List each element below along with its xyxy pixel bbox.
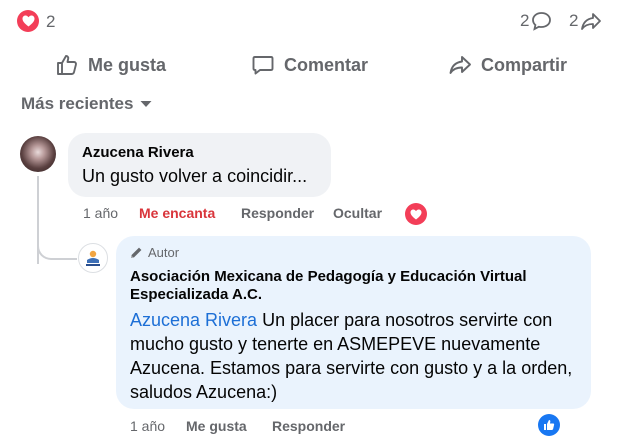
love-icon[interactable]	[405, 203, 427, 225]
comments-count-link[interactable]: 2	[520, 11, 552, 31]
like-reply-button[interactable]: Me gusta	[186, 418, 247, 434]
comment-sort-dropdown[interactable]: Más recientes	[21, 94, 153, 114]
pencil-icon	[131, 247, 142, 258]
love-reaction-button[interactable]: Me encanta	[139, 205, 215, 221]
comment-button-label: Comentar	[284, 54, 369, 75]
like-button-label: Me gusta	[88, 54, 167, 75]
thread-connector-curve	[37, 230, 77, 260]
comment-author[interactable]: Azucena Rivera	[82, 144, 317, 162]
love-reaction-icon[interactable]	[17, 10, 39, 32]
like-icon[interactable]	[538, 414, 560, 436]
author-badge: Autor	[130, 245, 577, 260]
reply-button[interactable]: Responder	[241, 205, 314, 221]
shares-count: 2	[569, 11, 579, 30]
share-arrow-icon	[581, 13, 602, 30]
shares-count-link[interactable]: 2	[569, 11, 602, 31]
reply-timestamp[interactable]: 1 año	[130, 418, 165, 434]
comment-bubble-icon	[532, 12, 552, 31]
reaction-count[interactable]: 2	[46, 12, 55, 32]
like-button[interactable]: Me gusta	[55, 50, 166, 80]
share-icon	[449, 56, 471, 74]
page-avatar[interactable]	[78, 243, 108, 273]
comment-button[interactable]: Comentar	[251, 50, 368, 80]
mention-link[interactable]: Azucena Rivera	[130, 310, 257, 330]
post-stats-bar: 2 2 2	[0, 0, 632, 44]
share-button[interactable]: Compartir	[448, 50, 567, 80]
comment-text: Un gusto volver a coincidir...	[82, 166, 308, 186]
comments-count: 2	[520, 11, 530, 30]
author-badge-label: Autor	[148, 245, 180, 260]
caret-down-icon	[140, 101, 152, 107]
post-action-bar: Me gusta Comentar Compartir	[0, 44, 632, 84]
hide-button[interactable]: Ocultar	[333, 205, 382, 221]
share-button-label: Compartir	[481, 54, 568, 75]
thumbs-up-icon	[57, 55, 77, 75]
organization-logo-icon	[86, 250, 100, 266]
reply-text: Azucena Rivera Un placer para nosotros s…	[130, 308, 577, 404]
comment-bubble: Azucena Rivera Un gusto volver a coincid…	[68, 133, 331, 197]
comment-icon	[252, 56, 274, 75]
author-reply-bubble: Autor Asociación Mexicana de Pedagogía y…	[116, 236, 591, 409]
reply-author[interactable]: Asociación Mexicana de Pedagogía y Educa…	[130, 268, 577, 304]
comment-timestamp[interactable]: 1 año	[83, 205, 118, 221]
avatar[interactable]	[20, 136, 56, 172]
sort-label: Más recientes	[21, 94, 134, 113]
reply-to-reply-button[interactable]: Responder	[272, 418, 345, 434]
